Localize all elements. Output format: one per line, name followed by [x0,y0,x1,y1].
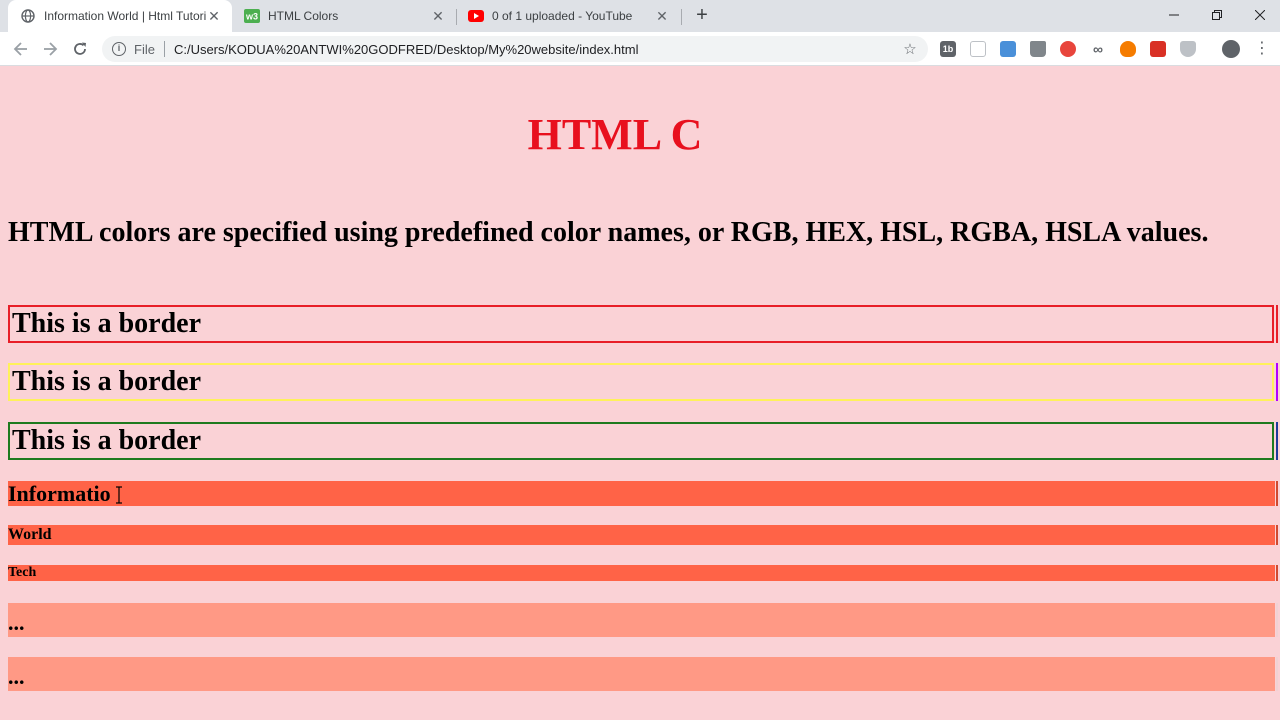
ext-red-icon[interactable] [1150,41,1166,57]
menu-kebab-icon[interactable]: ⋮ [1254,39,1270,59]
bar-edge [1276,481,1278,506]
close-tab-icon[interactable]: ✕ [206,8,222,24]
tab-youtube[interactable]: 0 of 1 uploaded - YouTube ✕ [456,0,680,32]
ext-shield-icon[interactable] [1180,41,1196,57]
reload-icon[interactable] [69,38,91,60]
w3schools-icon: w3 [244,8,260,24]
ext-blue-icon[interactable] [1000,41,1016,57]
tab-separator [681,9,682,25]
forward-icon[interactable] [39,38,61,60]
tab-html-colors[interactable]: w3 HTML Colors ✕ [232,0,456,32]
close-window-icon[interactable] [1238,0,1280,30]
bar-ellipsis-2: ... [8,657,1275,691]
close-tab-icon[interactable]: ✕ [430,8,446,24]
bar-tech: Tech [8,565,1275,581]
info-icon[interactable]: i [112,42,126,56]
close-tab-icon[interactable]: ✕ [654,8,670,24]
tab-strip: Information World | Html Tutoria ✕ w3 HT… [0,0,1280,32]
bar-edge [1276,525,1278,545]
tab-title: HTML Colors [268,9,339,23]
border-box-yellow: This is a border [8,363,1274,401]
address-url[interactable]: C:/Users/KODUA%20ANTWI%20GODFRED/Desktop… [174,42,900,57]
border-edge [1276,363,1278,401]
back-icon[interactable] [10,38,32,60]
minimize-icon[interactable] [1152,0,1196,30]
bar-world: World [8,525,1275,545]
address-scheme: File [134,41,155,57]
svg-text:w3: w3 [245,12,258,22]
new-tab-button[interactable]: + [692,5,712,26]
tab-title: Information World | Html Tutoria [44,9,206,23]
border-box-red: This is a border [8,305,1274,343]
page-content: HTML C HTML colors are specified using p… [0,67,1280,720]
bookmark-star-icon[interactable]: ☆ [900,40,920,58]
bar-edge [1276,565,1278,581]
bar-edge [1276,603,1278,637]
bar-information: Informatio [8,481,1275,506]
tab-information-world[interactable]: Information World | Html Tutoria ✕ [8,0,232,32]
address-divider [163,41,165,57]
intro-paragraph: HTML colors are specified using predefin… [8,217,1209,248]
text-cursor-icon [116,486,122,504]
ext-1b-icon[interactable]: 1b [940,41,956,57]
ext-fire-icon[interactable] [1120,41,1136,57]
globe-icon [20,8,36,24]
ext-bag-icon[interactable] [1030,41,1046,57]
profile-avatar[interactable] [1222,40,1240,58]
ext-grammarly-icon[interactable] [1060,41,1076,57]
page-heading: HTML C [527,110,703,159]
border-edge [1276,305,1278,343]
bar-edge [1276,657,1278,691]
ext-infinity-icon[interactable]: ∞ [1090,41,1106,57]
bar-ellipsis-1: ... [8,603,1275,637]
border-box-green: This is a border [8,422,1274,460]
address-bar[interactable]: i File C:/Users/KODUA%20ANTWI%20GODFRED/… [102,36,928,62]
tab-title: 0 of 1 uploaded - YouTube [492,9,633,23]
youtube-icon [468,8,484,24]
ext-page-icon[interactable] [970,41,986,57]
browser-toolbar: i File C:/Users/KODUA%20ANTWI%20GODFRED/… [0,32,1280,66]
restore-icon[interactable] [1195,0,1239,30]
border-edge [1276,422,1278,460]
